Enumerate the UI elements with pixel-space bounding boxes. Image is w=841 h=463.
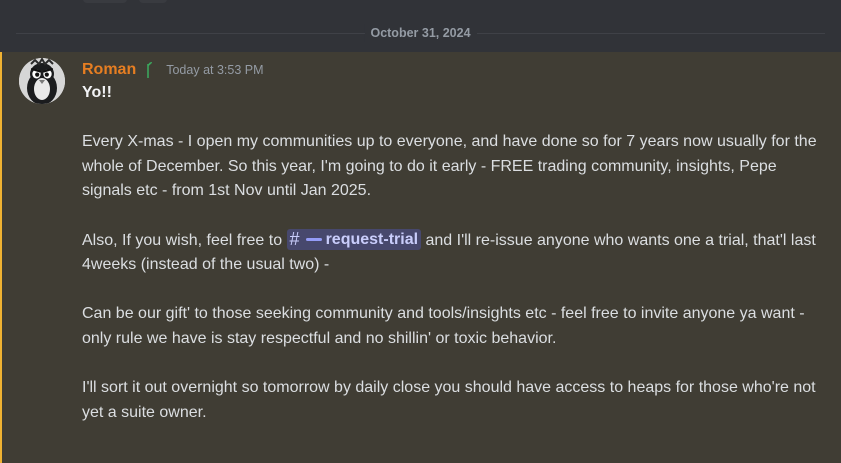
sprout-icon[interactable] (143, 61, 153, 79)
message-paragraph: I'll sort it out overnight so tomorrow b… (82, 379, 816, 421)
message-line-greeting: Yo!! (82, 84, 112, 101)
hash-icon: # (289, 228, 300, 249)
message-paragraph: Every X-mas - I open my communities up t… (82, 133, 817, 200)
message-header: Roman Today at 3:53 PM (82, 59, 264, 81)
previous-message-reaction[interactable] (83, 0, 127, 3)
penguin-avatar-icon (19, 58, 65, 104)
date-divider-label: October 31, 2024 (364, 24, 477, 42)
message-highlighted[interactable]: Roman Today at 3:53 PM Yo!! Every X-mas … (0, 52, 841, 463)
chat-screen: October 31, 2024 Roman Today at 3:53 PM … (0, 0, 841, 463)
message-content: Yo!! Every X-mas - I open my communities… (82, 81, 827, 450)
message-timestamp[interactable]: Today at 3:53 PM (166, 59, 263, 81)
message-paragraph: Can be our gift' to those seeking commun… (82, 305, 805, 347)
avatar[interactable] (19, 58, 65, 104)
previous-message-reaction[interactable] (139, 0, 167, 3)
channel-mention-label: request-trial (325, 230, 419, 248)
message-paragraph-with-mention: Also, If you wish, feel free to # reques… (82, 228, 827, 278)
channel-mention[interactable]: # request-trial (286, 228, 422, 250)
paragraph-text: Also, If you wish, feel free to (82, 231, 287, 249)
author-username[interactable]: Roman (82, 59, 136, 81)
channel-emoji-icon (305, 237, 322, 241)
